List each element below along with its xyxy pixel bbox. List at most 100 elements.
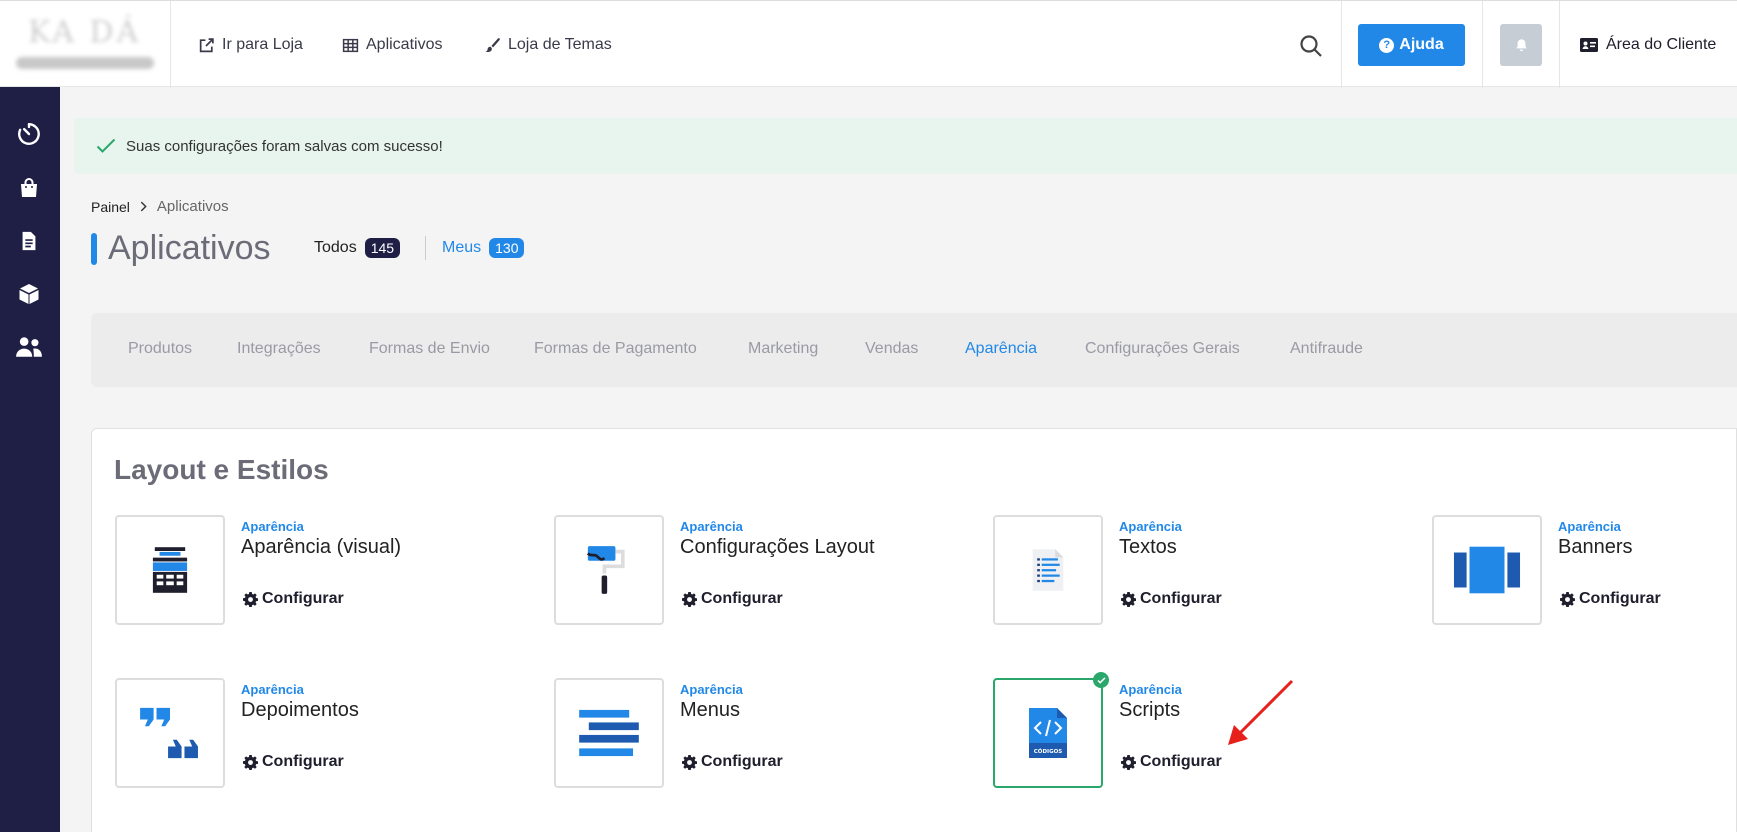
- tab-antifraude[interactable]: Antifraude: [1290, 340, 1363, 358]
- count-badge: 145: [364, 238, 401, 258]
- client-area-link[interactable]: Área do Cliente: [1580, 36, 1716, 54]
- sidebar-item-orders[interactable]: [14, 173, 44, 203]
- sidebar-item-products[interactable]: [14, 279, 44, 309]
- app-name: Textos: [1119, 536, 1177, 558]
- external-link-icon: [199, 37, 214, 52]
- installed-badge: [1093, 672, 1109, 688]
- app-icon-banners[interactable]: [1432, 515, 1542, 625]
- app-category: Aparência: [241, 682, 304, 697]
- filter-all[interactable]: Todos 145: [314, 238, 401, 258]
- app-name: Depoimentos: [241, 699, 359, 721]
- sidebar: [0, 87, 60, 832]
- nav-go-to-store[interactable]: Ir para Loja: [198, 36, 303, 54]
- filter-label: Todos: [314, 239, 357, 256]
- quotes-icon: [140, 707, 198, 759]
- gear-icon: [1121, 591, 1136, 607]
- app-category: Aparência: [241, 519, 304, 534]
- sidebar-item-customers[interactable]: [14, 332, 44, 362]
- app-icon-aparencia-visual[interactable]: [115, 515, 225, 625]
- breadcrumb-current: Aplicativos: [156, 198, 229, 215]
- paint-roller-icon: [586, 546, 625, 594]
- grid-icon: [342, 38, 359, 52]
- tab-integracoes[interactable]: Integrações: [237, 340, 321, 358]
- checkmark-icon: [1096, 676, 1106, 684]
- gear-icon: [1121, 754, 1136, 770]
- annotation-arrow-icon: [1228, 679, 1294, 745]
- configure-button[interactable]: Configurar: [1121, 753, 1222, 771]
- app-name: Aparência (visual): [241, 536, 402, 558]
- text-document-icon: [1032, 549, 1064, 591]
- top-header: KA DÁ Ir para Loja Aplicativos Loja de T…: [0, 0, 1737, 88]
- tab-produtos[interactable]: Produtos: [128, 340, 192, 358]
- notifications-button[interactable]: [1500, 24, 1542, 66]
- nav-label: Aplicativos: [366, 36, 443, 53]
- tab-formas-de-pagamento[interactable]: Formas de Pagamento: [534, 340, 697, 358]
- nav-apps[interactable]: Aplicativos: [342, 36, 442, 54]
- gear-icon: [243, 754, 258, 770]
- code-file-icon: CÓDIGOS: [1029, 708, 1067, 758]
- section-title: Layout e Estilos: [114, 454, 329, 485]
- bell-icon: [1515, 38, 1527, 51]
- question-icon: ?: [1379, 37, 1395, 53]
- app-name: Banners: [1558, 536, 1633, 558]
- configure-button[interactable]: Configurar: [1121, 590, 1222, 608]
- configure-button[interactable]: Configurar: [682, 753, 783, 771]
- nav-theme-store[interactable]: Loja de Temas: [484, 36, 612, 54]
- gear-icon: [682, 591, 697, 607]
- configure-label: Configurar: [701, 753, 783, 770]
- app-category: Aparência: [680, 519, 743, 534]
- storefront-icon: [152, 547, 188, 593]
- menu-lines-icon: [579, 709, 639, 757]
- gear-icon: [682, 754, 697, 770]
- box-icon: [19, 284, 39, 304]
- document-icon: [22, 231, 36, 251]
- app-icon-scripts[interactable]: CÓDIGOS: [993, 678, 1103, 788]
- app-name: Configurações Layout: [680, 536, 875, 558]
- tab-configuracoes-gerais[interactable]: Configurações Gerais: [1085, 340, 1240, 358]
- app-icon-menus[interactable]: [554, 678, 664, 788]
- configure-label: Configurar: [262, 753, 344, 770]
- tab-marketing[interactable]: Marketing: [748, 340, 818, 358]
- configure-label: Configurar: [262, 590, 344, 607]
- breadcrumb-home[interactable]: Painel: [91, 199, 130, 215]
- sidebar-item-dashboard[interactable]: [14, 119, 44, 149]
- help-label: Ajuda: [1399, 36, 1444, 53]
- paintbrush-icon: [485, 37, 500, 52]
- breadcrumb: Painel Aplicativos: [91, 198, 229, 215]
- logo-subtitle-blurred: [16, 57, 154, 69]
- apps-section-panel: [91, 428, 1737, 832]
- app-icon-configuracoes-layout[interactable]: [554, 515, 664, 625]
- store-logo[interactable]: KA DÁ: [0, 1, 171, 88]
- configure-button[interactable]: Configurar: [243, 590, 344, 608]
- title-accent: [91, 233, 97, 265]
- tab-aparencia[interactable]: Aparência: [965, 340, 1037, 358]
- chevron-right-icon: [140, 201, 147, 212]
- users-icon: [16, 337, 42, 357]
- divider: [1341, 1, 1342, 88]
- help-button[interactable]: ? Ajuda: [1358, 24, 1465, 66]
- nav-label: Loja de Temas: [508, 36, 612, 53]
- configure-button[interactable]: Configurar: [1560, 590, 1661, 608]
- configure-label: Configurar: [1140, 590, 1222, 607]
- configure-button[interactable]: Configurar: [243, 753, 344, 771]
- id-card-icon: [1580, 38, 1598, 52]
- app-icon-depoimentos[interactable]: [115, 678, 225, 788]
- search-button[interactable]: [1298, 33, 1324, 59]
- app-icon-textos[interactable]: [993, 515, 1103, 625]
- carousel-icon: [1453, 546, 1521, 594]
- tab-formas-de-envio[interactable]: Formas de Envio: [369, 340, 490, 358]
- configure-label: Configurar: [701, 590, 783, 607]
- page-title: Aplicativos: [108, 229, 271, 267]
- dashboard-icon: [18, 123, 40, 145]
- nav-label: Ir para Loja: [222, 36, 303, 53]
- filter-mine[interactable]: Meus 130: [442, 238, 525, 258]
- logo-text: KA DÁ: [28, 15, 142, 50]
- configure-label: Configurar: [1140, 753, 1222, 770]
- configure-button[interactable]: Configurar: [682, 590, 783, 608]
- app-name: Scripts: [1119, 699, 1181, 721]
- shopping-bag-icon: [21, 178, 37, 197]
- search-icon: [1300, 35, 1322, 57]
- sidebar-item-documents[interactable]: [14, 226, 44, 256]
- tab-vendas[interactable]: Vendas: [865, 340, 918, 358]
- divider: [425, 236, 426, 260]
